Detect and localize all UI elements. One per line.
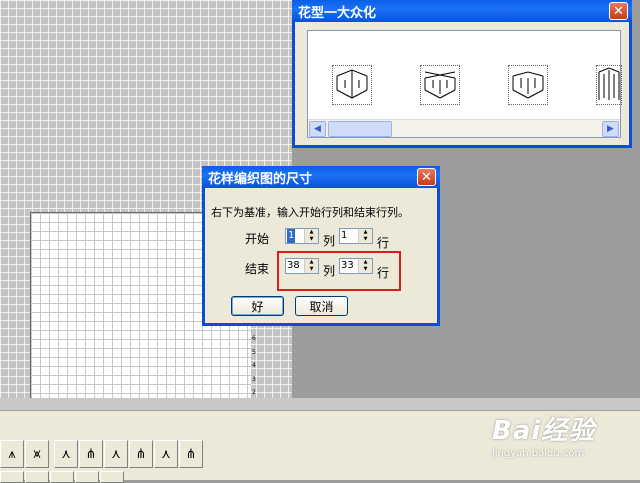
pattern-d-icon: [598, 67, 620, 100]
baidu-watermark: Bai经验 jingyan.baidu.com: [492, 404, 638, 464]
row-number: 6: [252, 335, 256, 342]
spin-down-icon[interactable]: ▼: [359, 266, 372, 273]
stitch-symbol-icon[interactable]: ⩙: [25, 440, 49, 468]
stitch-symbol-icon[interactable]: ⋏: [154, 440, 178, 468]
col-unit-label: 列: [323, 264, 336, 278]
dialog-instruction: 右下为基准，输入开始行列和结束行列。: [211, 206, 409, 219]
pattern-a-icon: [336, 69, 368, 99]
stitch-symbol-icon[interactable]: ⋔: [79, 440, 103, 468]
pattern-palette-window: 花型一大众化 ✕ ◀ ▶: [292, 0, 632, 148]
watermark-logo: Bai经验: [492, 416, 596, 446]
stitch-symbol-icon[interactable]: [25, 471, 49, 483]
pattern-thumbnail[interactable]: [332, 65, 372, 105]
pattern-window-title: 花型一大众化: [298, 5, 377, 21]
cancel-button[interactable]: 取消: [295, 296, 348, 316]
ok-button[interactable]: 好: [231, 296, 284, 316]
scroll-left-icon[interactable]: ◀: [309, 121, 326, 137]
stitch-symbol-icon[interactable]: ⩚: [0, 440, 24, 468]
stitch-symbol-icon[interactable]: [0, 471, 24, 483]
pattern-size-dialog: 花样编织图的尺寸 ✕ 右下为基准，输入开始行列和结束行列。 开始 1 ▲ ▼ 列 …: [202, 166, 440, 326]
dialog-titlebar[interactable]: 花样编织图的尺寸 ✕: [202, 166, 440, 188]
watermark-url: jingyan.baidu.com: [492, 448, 585, 459]
start-col-spinner[interactable]: 1 ▲ ▼: [285, 228, 319, 244]
stitch-symbol-icon[interactable]: [75, 471, 99, 483]
close-icon[interactable]: ✕: [417, 168, 436, 186]
pattern-thumbnail[interactable]: [508, 65, 548, 105]
end-col-spinner[interactable]: 38 ▲ ▼: [285, 258, 319, 274]
stitch-symbol-icon[interactable]: [50, 471, 74, 483]
spin-down-icon[interactable]: ▼: [305, 266, 318, 273]
start-row-spinner[interactable]: 1 ▲ ▼: [339, 228, 373, 244]
row-number: 4: [252, 362, 256, 369]
spin-up-icon[interactable]: ▲: [359, 229, 372, 236]
end-col-value[interactable]: 38: [287, 259, 300, 273]
row-number: 3: [252, 375, 256, 383]
col-unit-label: 列: [323, 234, 336, 248]
pattern-list: ◀ ▶: [307, 30, 622, 138]
start-row-value[interactable]: 1: [341, 229, 347, 243]
stitch-toolbar-secondary: [0, 471, 125, 483]
pattern-thumbnail[interactable]: [420, 65, 460, 105]
scroll-thumb[interactable]: [328, 121, 392, 137]
end-row-spinner[interactable]: 33 ▲ ▼: [339, 258, 373, 274]
pattern-b-icon: [424, 71, 456, 99]
stitch-toolbar: ⩚ ⩙ ⋏ ⋔ ⋏ ⋔ ⋏ ⋔: [0, 440, 204, 470]
stitch-symbol-icon[interactable]: ⋔: [129, 440, 153, 468]
row-unit-label: 行: [377, 236, 390, 250]
dialog-title: 花样编织图的尺寸: [208, 171, 313, 187]
row-unit-label: 行: [377, 266, 390, 280]
end-row-value[interactable]: 33: [341, 259, 354, 273]
spin-down-icon[interactable]: ▼: [305, 236, 318, 243]
pattern-thumbnail[interactable]: [596, 65, 622, 105]
pattern-c-icon: [512, 71, 544, 99]
spin-up-icon[interactable]: ▲: [305, 259, 318, 266]
pattern-window-titlebar[interactable]: 花型一大众化 ✕: [292, 0, 632, 22]
close-icon[interactable]: ✕: [609, 2, 628, 20]
stitch-symbol-icon[interactable]: ⋏: [54, 440, 78, 468]
spin-up-icon[interactable]: ▲: [305, 229, 318, 236]
end-label: 结束: [245, 262, 270, 276]
stitch-symbol-icon[interactable]: ⋏: [104, 440, 128, 468]
row-number: 5: [252, 348, 256, 356]
scroll-right-icon[interactable]: ▶: [602, 121, 619, 137]
start-label: 开始: [245, 232, 270, 246]
stitch-symbol-icon[interactable]: ⋔: [179, 440, 203, 468]
stitch-symbol-icon[interactable]: [100, 471, 124, 483]
start-col-value[interactable]: 1: [287, 229, 296, 243]
horizontal-scrollbar[interactable]: ◀ ▶: [308, 119, 620, 137]
spin-down-icon[interactable]: ▼: [359, 236, 372, 243]
spin-up-icon[interactable]: ▲: [359, 259, 372, 266]
